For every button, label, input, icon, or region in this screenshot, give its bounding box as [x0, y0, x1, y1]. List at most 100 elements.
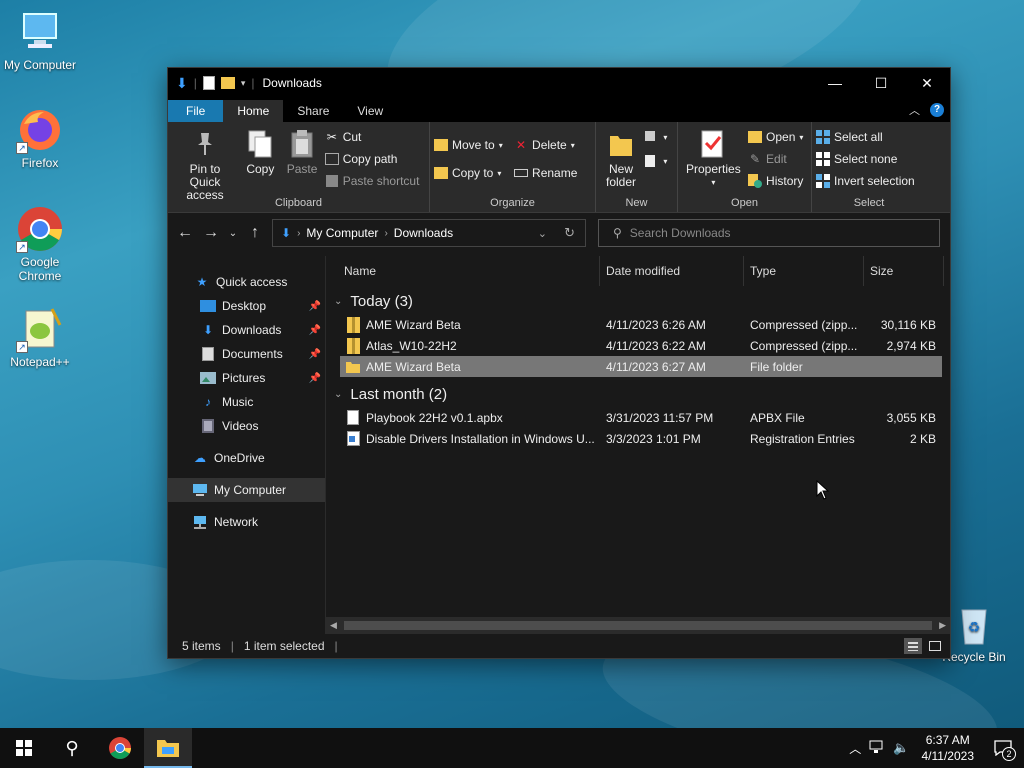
edit-button[interactable]: ✎ Edit [748, 150, 803, 168]
search-box[interactable]: ⚲ [598, 219, 940, 247]
cut-button[interactable]: ✂ Cut [325, 128, 420, 146]
nav-quick-access[interactable]: ★ Quick access [168, 270, 325, 294]
scroll-left-icon[interactable]: ◀ [330, 620, 337, 631]
tab-file[interactable]: File [168, 100, 224, 122]
details-view-icon[interactable] [904, 638, 922, 654]
delete-button[interactable]: ✕ Delete ▾ [514, 136, 577, 154]
copy-to-button[interactable]: Copy to ▾ [434, 164, 503, 182]
large-icons-view-icon[interactable] [926, 638, 944, 654]
move-to-icon [434, 138, 448, 152]
start-button[interactable] [0, 728, 48, 768]
select-all-button[interactable]: Select all [816, 128, 915, 146]
new-folder-button[interactable]: New folder [600, 126, 642, 191]
desktop-icon-chrome[interactable]: ↗ Google Chrome [0, 205, 80, 283]
pin-to-quick-access-button[interactable]: Pin to Quick access [172, 126, 238, 204]
close-button[interactable]: ✕ [904, 68, 950, 98]
organize-group-label: Organize [490, 197, 535, 209]
tab-home[interactable]: Home [223, 100, 284, 122]
copy-to-icon [434, 166, 448, 180]
paste-button[interactable]: Paste [283, 126, 322, 178]
column-headers: Name Date modified Type Size [326, 256, 950, 286]
taskbar-file-explorer[interactable] [144, 728, 192, 768]
history-button[interactable]: History [748, 172, 803, 190]
refresh-icon[interactable]: ↻ [564, 225, 575, 241]
separator: | [251, 76, 255, 90]
volume-icon[interactable]: 🔈 [889, 740, 913, 756]
nav-desktop[interactable]: Desktop 📌 [168, 294, 325, 318]
recent-locations-button[interactable]: ⌄ [224, 228, 242, 239]
taskbar-chrome[interactable] [96, 728, 144, 768]
up-button[interactable]: ↑ [242, 224, 268, 242]
pin-icon: 📌 [308, 348, 321, 360]
easy-access-button[interactable]: ▾ [645, 152, 667, 170]
action-center-button[interactable]: 2 [982, 728, 1024, 768]
file-row[interactable]: Playbook 22H2 v0.1.apbx 3/31/2023 11:57 … [326, 407, 950, 428]
breadcrumb-downloads[interactable]: Downloads [394, 226, 453, 240]
copy-button[interactable]: Copy [241, 126, 279, 178]
column-size[interactable]: Size [864, 256, 944, 286]
group-header-today[interactable]: ⌄ Today (3) [326, 288, 950, 314]
nav-my-computer[interactable]: My Computer [168, 478, 325, 502]
file-row[interactable]: Atlas_W10-22H2 4/11/2023 6:22 AM Compres… [326, 335, 950, 356]
address-bar[interactable]: ⬇ › My Computer › Downloads ⌄ ↻ [272, 219, 586, 247]
maximize-button[interactable]: ☐ [858, 68, 904, 98]
desktop-icon-notepadpp[interactable]: ↗ Notepad++ [0, 305, 80, 369]
nav-videos[interactable]: Videos [168, 414, 325, 438]
ribbon: Pin to Quick access Copy Paste ✂ Cut Copy… [168, 122, 950, 213]
select-none-button[interactable]: Select none [816, 150, 915, 168]
help-icon[interactable]: ? [930, 103, 944, 117]
file-row[interactable]: Disable Drivers Installation in Windows … [326, 428, 950, 449]
dropdown-arrow-icon: ▾ [570, 140, 575, 150]
minimize-button[interactable]: — [812, 68, 858, 98]
clipboard-group: Pin to Quick access Copy Paste ✂ Cut Copy… [168, 122, 430, 212]
desktop-icon-label: My Computer [3, 58, 77, 72]
breadcrumb-my-computer[interactable]: My Computer [306, 226, 378, 240]
nav-network[interactable]: Network [168, 510, 325, 534]
desktop-icon-my-computer[interactable]: My Computer [0, 8, 80, 72]
address-dropdown-icon[interactable]: ⌄ [538, 227, 547, 240]
tab-share[interactable]: Share [283, 100, 343, 122]
select-all-icon [816, 130, 830, 144]
search-input[interactable] [629, 226, 910, 240]
recycle-bin-icon: ♻ [950, 600, 998, 648]
file-row-selected[interactable]: AME Wizard Beta 4/11/2023 6:27 AM File f… [340, 356, 942, 377]
new-folder-quick-icon[interactable] [220, 77, 235, 89]
copy-path-button[interactable]: Copy path [324, 150, 420, 168]
rename-button[interactable]: Rename [514, 164, 577, 182]
scrollbar-thumb[interactable] [344, 621, 932, 630]
scroll-right-icon[interactable]: ▶ [939, 620, 946, 631]
desktop-icon-firefox[interactable]: ↗ Firefox [0, 106, 80, 170]
column-name[interactable]: Name [338, 256, 600, 286]
nav-onedrive[interactable]: ☁ OneDrive [168, 446, 325, 470]
properties-quick-icon[interactable] [202, 76, 215, 90]
horizontal-scrollbar[interactable]: ◀ ▶ [326, 617, 950, 634]
collapse-ribbon-icon[interactable]: ︿ [909, 102, 920, 118]
network-status-icon[interactable] [865, 740, 889, 757]
zip-folder-icon [346, 337, 360, 354]
nav-pictures[interactable]: Pictures 📌 [168, 366, 325, 390]
file-row[interactable]: AME Wizard Beta 4/11/2023 6:26 AM Compre… [326, 314, 950, 335]
column-date-modified[interactable]: Date modified [600, 256, 744, 286]
tab-view[interactable]: View [343, 100, 397, 122]
nav-documents[interactable]: Documents 📌 [168, 342, 325, 366]
paste-shortcut-button[interactable]: Paste shortcut [325, 172, 419, 190]
column-type[interactable]: Type [744, 256, 864, 286]
nav-music[interactable]: ♪ Music [168, 390, 325, 414]
new-item-button[interactable]: ▾ [645, 128, 667, 146]
properties-button[interactable]: Properties ▾ [682, 126, 745, 191]
new-item-icon [645, 130, 659, 144]
customize-quick-access-icon[interactable]: ▾ [241, 78, 246, 89]
explorer-window: ⬇ | ▾ | Downloads — ☐ ✕ File Home Share … [167, 67, 951, 659]
group-header-last-month[interactable]: ⌄ Last month (2) [326, 381, 950, 407]
desktop-icon-label: Google Chrome [18, 255, 62, 283]
forward-button[interactable]: → [198, 224, 224, 242]
show-hidden-icons-icon[interactable]: ︿ [845, 740, 865, 757]
search-button[interactable]: ⚲ [48, 728, 96, 768]
back-button[interactable]: ← [172, 224, 198, 242]
move-to-button[interactable]: Move to ▾ [434, 136, 503, 154]
invert-selection-button[interactable]: Invert selection [816, 172, 915, 190]
open-button[interactable]: Open ▾ [748, 128, 803, 146]
clock[interactable]: 6:37 AM 4/11/2023 [914, 732, 983, 764]
desktop-folder-icon [200, 298, 216, 314]
nav-downloads[interactable]: ⬇ Downloads 📌 [168, 318, 325, 342]
